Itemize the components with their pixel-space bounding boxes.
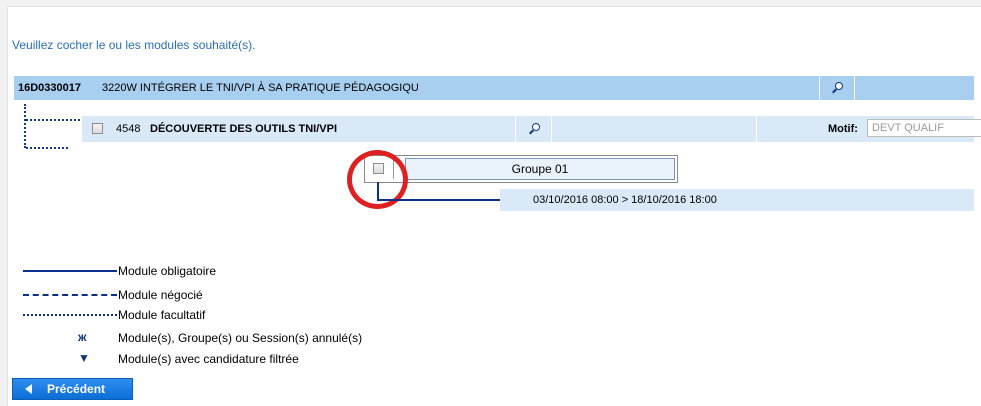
previous-button[interactable]: Précédent	[12, 378, 133, 400]
dashed-line-icon	[23, 294, 117, 296]
session-connector-h	[377, 199, 501, 201]
legend-label: Module(s) avec candidature filtrée	[118, 352, 299, 366]
search-icon	[832, 82, 843, 94]
formation-row: 16D0330017 3220W INTÉGRER LE TNI/VPI À S…	[14, 76, 974, 100]
dotted-line-icon	[23, 314, 117, 316]
legend-label: Module(s), Groupe(s) ou Session(s) annul…	[118, 331, 363, 345]
legend-item: ▼ Module(s) avec candidature filtrée	[14, 351, 464, 367]
legend-item: Module obligatoire	[14, 263, 414, 279]
instruction-text: Veuillez cocher le ou les modules souhai…	[12, 38, 256, 52]
tree-connector-h	[26, 147, 68, 149]
legend-label: Module obligatoire	[118, 264, 217, 278]
legend-item: ж Module(s), Groupe(s) ou Session(s) ann…	[14, 330, 464, 346]
motif-label: Motif:	[828, 123, 858, 135]
tree-connector-h	[26, 119, 80, 121]
filter-icon: ▼	[78, 351, 90, 365]
group-row: Groupe 01	[364, 155, 678, 183]
formation-code: 16D0330017	[18, 82, 82, 94]
search-icon[interactable]	[529, 123, 540, 135]
cancel-icon: ж	[78, 330, 87, 344]
group-button[interactable]: Groupe 01	[405, 158, 675, 180]
module-checkbox[interactable]	[92, 123, 103, 134]
arrow-left-icon	[25, 384, 32, 394]
module-number: 4548	[116, 123, 141, 135]
tree-connector-v	[24, 104, 26, 148]
session-dates: 03/10/2016 08:00 > 18/10/2016 18:00	[533, 194, 717, 206]
legend-label: Module facultatif	[118, 308, 206, 322]
legend-item: Module négocié	[14, 287, 414, 303]
legend-label: Module négocié	[118, 288, 203, 302]
module-title: DÉCOUVERTE DES OUTILS TNI/VPI	[150, 123, 338, 135]
formation-search-button[interactable]	[819, 76, 855, 100]
motif-select[interactable]: DEVT QUALIF	[867, 119, 981, 137]
session-row: 03/10/2016 08:00 > 18/10/2016 18:00	[500, 189, 974, 211]
module-row: 4548 DÉCOUVERTE DES OUTILS TNI/VPI Motif…	[82, 116, 981, 142]
previous-button-label: Précédent	[47, 382, 106, 396]
legend-item: Module facultatif	[14, 307, 414, 323]
solid-line-icon	[23, 270, 117, 272]
formation-title: 3220W INTÉGRER LE TNI/VPI À SA PRATIQUE …	[102, 82, 419, 94]
